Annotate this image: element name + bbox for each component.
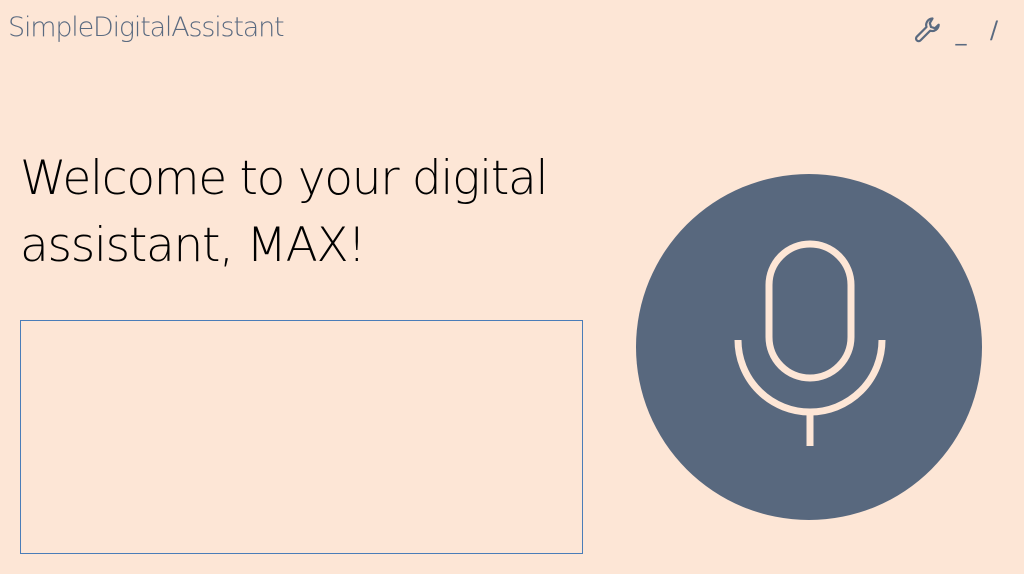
minimize-button[interactable]: _ <box>946 14 976 50</box>
wrench-icon <box>914 17 940 43</box>
restore-button[interactable]: / <box>976 14 1012 46</box>
app-title: SimpleDigitalAssistant <box>8 12 285 43</box>
welcome-line-2: assistant, MAX! <box>20 217 366 273</box>
settings-button[interactable] <box>910 14 946 46</box>
window-controls: _ / <box>910 14 1012 50</box>
microphone-icon <box>734 240 886 446</box>
welcome-heading: Welcome to your digital assistant, MAX! <box>20 146 620 279</box>
transcript-box[interactable] <box>20 320 583 554</box>
welcome-line-1: Welcome to your digital <box>20 151 549 206</box>
microphone-button[interactable] <box>636 174 982 520</box>
